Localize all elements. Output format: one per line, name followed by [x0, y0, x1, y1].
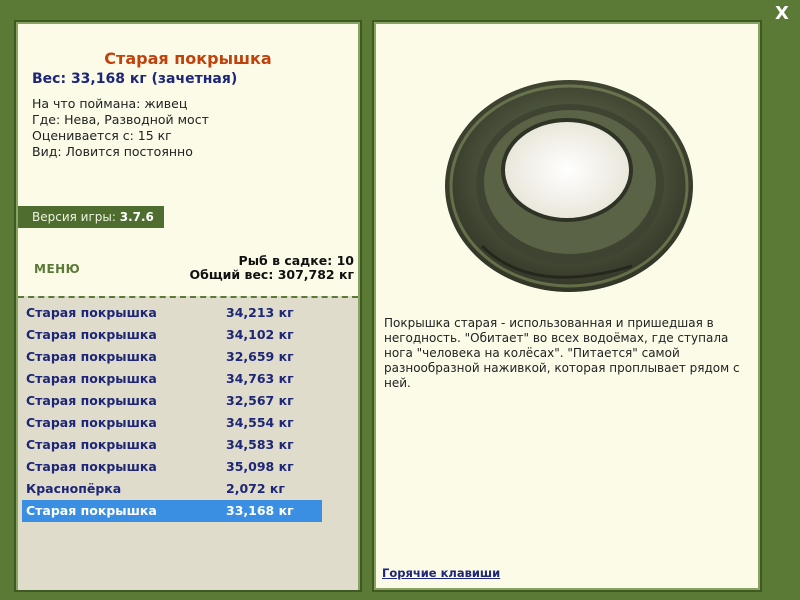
- catch-fish-weight: 34,554 кг: [226, 415, 294, 430]
- catch-fish-weight: 32,567 кг: [226, 393, 294, 408]
- catch-fish-name: Краснопёрка: [26, 481, 122, 496]
- version-badge: Версия игры: 3.7.6: [18, 206, 164, 228]
- catch-fish-weight: 34,213 кг: [226, 305, 294, 320]
- catch-fish-weight: 35,098 кг: [226, 459, 294, 474]
- catch-fish-name: Старая покрышка: [26, 459, 157, 474]
- catch-fish-weight: 32,659 кг: [226, 349, 294, 364]
- tire-image: [445, 80, 693, 292]
- hotkeys-link[interactable]: Горячие клавиши: [382, 566, 500, 580]
- catch-fish-name: Старая покрышка: [26, 393, 157, 408]
- close-button[interactable]: X: [772, 4, 792, 24]
- catch-list-row[interactable]: Старая покрышка 34,554 кг: [22, 412, 322, 434]
- catch-list-row[interactable]: Старая покрышка 34,763 кг: [22, 368, 322, 390]
- catch-list-row[interactable]: Старая покрышка 34,583 кг: [22, 434, 322, 456]
- fish-detail-panel: Покрышка старая - использованная и прише…: [372, 20, 762, 592]
- catch-fish-name: Старая покрышка: [26, 415, 157, 430]
- catch-fish-weight: 34,102 кг: [226, 327, 294, 342]
- catch-fish-name: Старая покрышка: [26, 327, 157, 342]
- catch-list-row[interactable]: Старая покрышка 34,102 кг: [22, 324, 322, 346]
- version-label: Версия игры:: [32, 210, 120, 224]
- keepnet-count: Рыб в садке: 10: [238, 253, 354, 268]
- catch-fish-name: Старая покрышка: [26, 305, 157, 320]
- catch-list[interactable]: Старая покрышка 34,213 кг Старая покрышка 3…: [18, 296, 358, 590]
- catch-fish-weight: 33,168 кг: [226, 503, 294, 518]
- menu-button[interactable]: МЕНЮ: [34, 262, 80, 276]
- bait-info: На что поймана: живец: [32, 96, 188, 111]
- catch-fish-name: Старая покрышка: [26, 371, 157, 386]
- catch-fish-weight: 2,072 кг: [226, 481, 285, 496]
- catch-list-row[interactable]: Старая покрышка 34,213 кг: [22, 302, 322, 324]
- catch-list-row[interactable]: Старая покрышка 32,567 кг: [22, 390, 322, 412]
- fish-description: Покрышка старая - использованная и прише…: [384, 316, 740, 390]
- total-weight: Общий вес: 307,782 кг: [189, 267, 355, 282]
- catch-list-row[interactable]: Старая покрышка 35,098 кг: [22, 456, 322, 478]
- catch-list-row[interactable]: Краснопёрка 2,072 кг: [22, 478, 322, 500]
- catch-list-row[interactable]: Старая покрышка 32,659 кг: [22, 346, 322, 368]
- catch-fish-name: Старая покрышка: [26, 503, 157, 518]
- fish-weight: Вес: 33,168 кг (зачетная): [32, 71, 238, 87]
- catch-list-row[interactable]: Старая покрышка 33,168 кг: [22, 500, 322, 522]
- fish-title: Старая покрышка: [104, 49, 272, 68]
- fish-info-panel: Старая покрышка Вес: 33,168 кг (зачетная…: [14, 20, 362, 592]
- catch-fish-weight: 34,583 кг: [226, 437, 294, 452]
- catch-fish-name: Старая покрышка: [26, 349, 157, 364]
- kind-info: Вид: Ловится постоянно: [32, 144, 193, 159]
- location-info: Где: Нева, Разводной мост: [32, 112, 209, 127]
- catch-fish-name: Старая покрышка: [26, 437, 157, 452]
- version-number: 3.7.6: [119, 210, 154, 224]
- rated-from-info: Оценивается с: 15 кг: [32, 128, 172, 143]
- catch-fish-weight: 34,763 кг: [226, 371, 294, 386]
